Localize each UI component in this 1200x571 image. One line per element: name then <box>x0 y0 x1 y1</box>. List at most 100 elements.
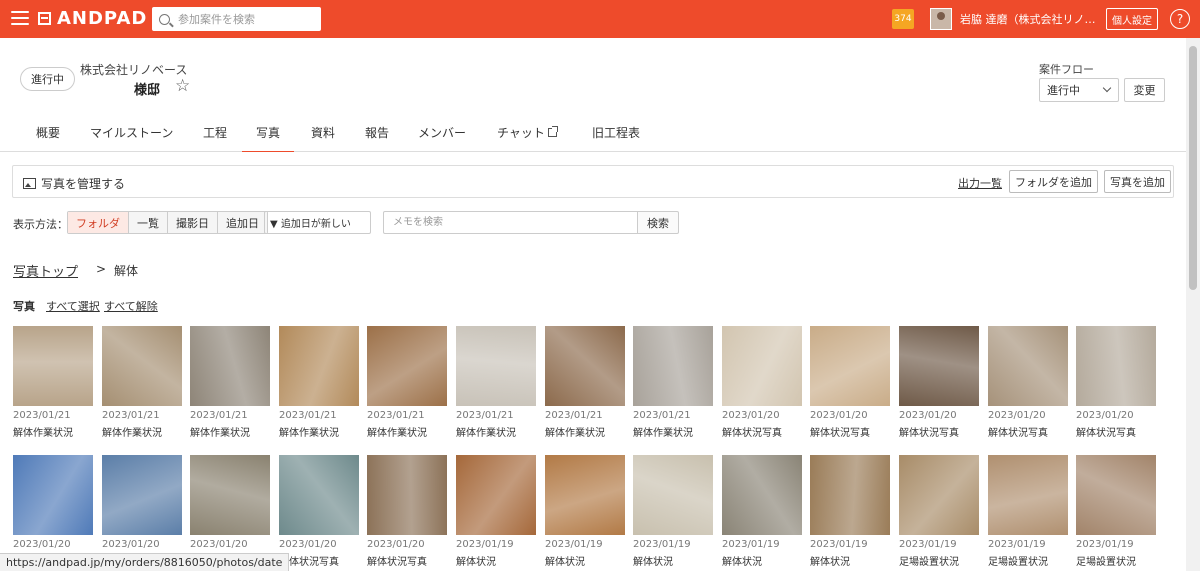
tab-reports[interactable]: 報告 <box>365 124 389 141</box>
photo-thumbnail[interactable] <box>102 326 182 406</box>
photo-thumbnail[interactable] <box>1076 326 1156 406</box>
photo-thumbnail[interactable] <box>988 455 1068 535</box>
top-navigation-bar: ANDPAD 374 岩脇 達磨（株式会社リノ… 個人設定 ? <box>0 0 1200 38</box>
search-icon <box>159 13 170 25</box>
breadcrumb-current: 解体 <box>114 264 139 278</box>
tab-schedule[interactable]: 工程 <box>203 124 227 141</box>
photo-thumbnail[interactable] <box>102 455 182 535</box>
photo-thumbnail[interactable] <box>722 326 802 406</box>
photo-item[interactable]: 2023/01/20 <box>13 455 93 553</box>
photo-caption: 解体状況写真 <box>810 428 870 439</box>
photo-thumbnail[interactable] <box>13 326 93 406</box>
photo-thumbnail[interactable] <box>988 326 1068 406</box>
photo-thumbnail[interactable] <box>456 455 536 535</box>
photo-thumbnail[interactable] <box>545 326 625 406</box>
notification-badge[interactable]: 374 <box>892 9 914 29</box>
photo-item[interactable]: 2023/01/19 解体状況 <box>810 455 890 568</box>
photo-caption: 解体状況写真 <box>988 428 1048 439</box>
menu-icon[interactable] <box>11 11 29 26</box>
photo-item[interactable]: 2023/01/21 解体作業状況 <box>102 326 182 439</box>
photo-thumbnail[interactable] <box>545 455 625 535</box>
photo-thumbnail[interactable] <box>190 326 270 406</box>
photo-thumbnail[interactable] <box>810 455 890 535</box>
photo-date: 2023/01/19 <box>1076 539 1134 550</box>
photo-thumbnail[interactable] <box>633 326 713 406</box>
photo-item[interactable]: 2023/01/20 解体状況写真 <box>988 326 1068 439</box>
tab-old-schedule[interactable]: 旧工程表 <box>592 124 640 141</box>
photo-item[interactable]: 2023/01/19 解体状況 <box>633 455 713 568</box>
photo-caption: 解体作業状況 <box>633 428 693 439</box>
page-scrollbar[interactable] <box>1186 38 1200 571</box>
photo-item[interactable]: 2023/01/19 足場設置状況 <box>899 455 979 568</box>
personal-settings-button[interactable]: 個人設定 <box>1106 8 1158 30</box>
photo-item[interactable]: 2023/01/19 解体状況 <box>545 455 625 568</box>
photo-thumbnail[interactable] <box>899 455 979 535</box>
photo-item[interactable]: 2023/01/20 解体状況写真 <box>810 326 890 439</box>
photo-caption: 解体作業状況 <box>545 428 605 439</box>
photo-thumbnail[interactable] <box>13 455 93 535</box>
photo-thumbnail[interactable] <box>456 326 536 406</box>
photo-item[interactable]: 2023/01/19 足場設置状況 <box>1076 455 1156 568</box>
tab-overview[interactable]: 概要 <box>36 124 60 141</box>
photo-item[interactable]: 2023/01/20 解体状況写真 <box>279 455 359 568</box>
photo-item[interactable]: 2023/01/21 解体作業状況 <box>279 326 359 439</box>
project-search-input[interactable] <box>178 12 308 26</box>
photo-item[interactable]: 2023/01/21 解体作業状況 <box>456 326 536 439</box>
photo-item[interactable]: 2023/01/21 解体作業状況 <box>633 326 713 439</box>
sort-select[interactable]: ▼ 追加日が新しい <box>264 211 371 234</box>
photo-thumbnail[interactable] <box>722 455 802 535</box>
select-all-link[interactable]: すべて選択 <box>46 298 100 314</box>
photo-thumbnail[interactable] <box>279 455 359 535</box>
add-photo-button[interactable]: 写真を追加 <box>1104 170 1171 193</box>
photo-manage-bar: 写真を管理する 出力一覧 フォルダを追加 写真を追加 <box>12 165 1174 198</box>
view-list[interactable]: 一覧 <box>129 212 168 233</box>
photo-item[interactable]: 2023/01/21 解体作業状況 <box>367 326 447 439</box>
add-folder-button[interactable]: フォルダを追加 <box>1009 170 1098 193</box>
tab-photos[interactable]: 写真 <box>241 124 295 154</box>
memo-search-input[interactable] <box>383 211 638 234</box>
user-avatar[interactable] <box>930 8 952 30</box>
breadcrumb-photo-top[interactable]: 写真トップ <box>13 261 78 280</box>
photo-thumbnail[interactable] <box>279 326 359 406</box>
tab-members[interactable]: メンバー <box>418 124 466 141</box>
deselect-all-link[interactable]: すべて解除 <box>104 298 158 314</box>
photo-item[interactable]: 2023/01/19 解体状況 <box>456 455 536 568</box>
photo-item[interactable]: 2023/01/20 解体状況写真 <box>722 326 802 439</box>
photo-item[interactable]: 2023/01/19 解体状況 <box>722 455 802 568</box>
photo-item[interactable]: 2023/01/19 足場設置状況 <box>988 455 1068 568</box>
project-search[interactable] <box>152 7 321 31</box>
tab-milestones[interactable]: マイルストーン <box>90 124 173 141</box>
project-flow-select[interactable]: 進行中 <box>1039 78 1119 102</box>
photo-thumbnail[interactable] <box>190 455 270 535</box>
photo-date: 2023/01/20 <box>722 410 780 421</box>
photo-item[interactable]: 2023/01/21 解体作業状況 <box>545 326 625 439</box>
photo-thumbnail[interactable] <box>1076 455 1156 535</box>
view-shot-date[interactable]: 撮影日 <box>168 212 218 233</box>
photo-item[interactable]: 2023/01/20 解体状況写真 <box>1076 326 1156 439</box>
photo-item[interactable]: 2023/01/20 <box>102 455 182 553</box>
memo-search-button[interactable]: 検索 <box>637 211 679 234</box>
photo-thumbnail[interactable] <box>367 326 447 406</box>
photo-item[interactable]: 2023/01/20 解体状況写真 <box>899 326 979 439</box>
output-list-link[interactable]: 出力一覧 <box>958 175 1002 191</box>
photo-item[interactable]: 2023/01/21 解体作業状況 <box>190 326 270 439</box>
user-name[interactable]: 岩脇 達磨（株式会社リノ… <box>960 11 1100 27</box>
photo-item[interactable]: 2023/01/20 <box>190 455 270 553</box>
photo-item[interactable]: 2023/01/21 解体作業状況 <box>13 326 93 439</box>
change-flow-button[interactable]: 変更 <box>1124 78 1165 102</box>
tab-chat[interactable]: チャット <box>497 124 558 141</box>
photo-date: 2023/01/21 <box>367 410 425 421</box>
view-folder[interactable]: フォルダ <box>68 212 129 233</box>
tab-documents[interactable]: 資料 <box>311 124 335 141</box>
help-icon[interactable]: ? <box>1170 9 1190 29</box>
view-added-date[interactable]: 追加日 <box>218 212 267 233</box>
photo-thumbnail[interactable] <box>899 326 979 406</box>
photo-caption: 解体作業状況 <box>102 428 162 439</box>
photo-item[interactable]: 2023/01/20 解体状況写真 <box>367 455 447 568</box>
favorite-star-icon[interactable]: ☆ <box>175 76 190 96</box>
andpad-logo[interactable]: ANDPAD <box>38 8 147 29</box>
photo-thumbnail[interactable] <box>810 326 890 406</box>
photo-thumbnail[interactable] <box>633 455 713 535</box>
photo-thumbnail[interactable] <box>367 455 447 535</box>
scrollbar-thumb[interactable] <box>1189 46 1197 290</box>
